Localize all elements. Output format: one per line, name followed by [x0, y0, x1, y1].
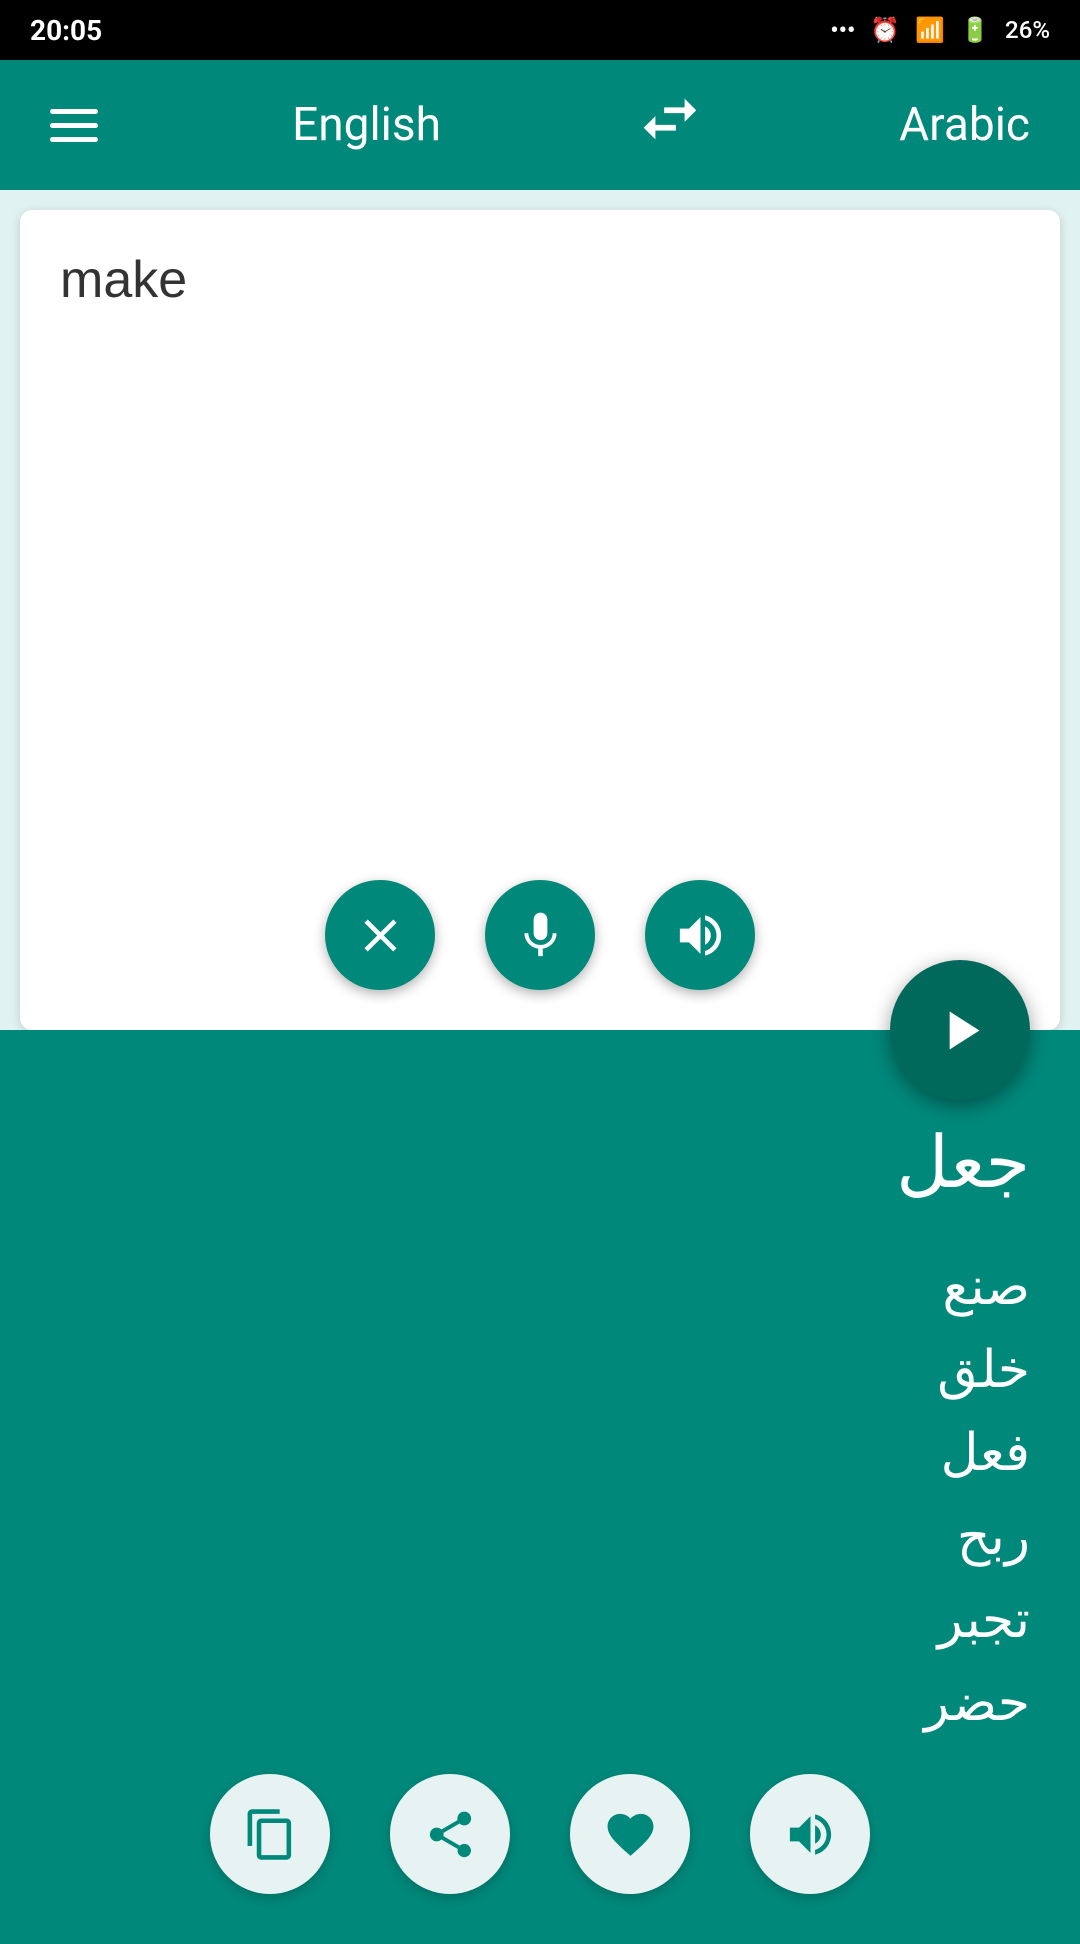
battery-icon: 🔋 — [960, 16, 990, 44]
dots-icon: ••• — [830, 16, 855, 44]
clear-button[interactable] — [325, 880, 435, 990]
status-bar: 20:05 ••• ⏰ 📶 🔋 26% — [0, 0, 1080, 60]
target-language-selector[interactable]: Arabic — [899, 98, 1030, 152]
source-language-selector[interactable]: English — [292, 98, 441, 152]
source-panel: make — [20, 210, 1060, 1030]
sim-icon: 📶 — [915, 16, 945, 44]
main-content: make — [0, 190, 1080, 1920]
target-action-bar — [50, 1744, 1030, 1944]
favorite-button[interactable] — [570, 1774, 690, 1894]
swap-languages-button[interactable] — [635, 84, 705, 167]
speak-source-button[interactable] — [645, 880, 755, 990]
share-button[interactable] — [390, 1774, 510, 1894]
translation-result: جعل صنعخلقفعلربحتجبرحضر — [50, 1060, 1030, 1744]
microphone-button[interactable] — [485, 880, 595, 990]
battery-percent: 26% — [1005, 16, 1050, 44]
status-icons: ••• ⏰ 📶 🔋 26% — [830, 16, 1050, 44]
target-panel: جعل صنعخلقفعلربحتجبرحضر — [0, 1030, 1080, 1944]
menu-button[interactable] — [50, 109, 98, 142]
alarm-icon: ⏰ — [870, 16, 900, 44]
translate-button[interactable] — [890, 960, 1030, 1100]
source-input[interactable]: make — [20, 210, 1060, 850]
time-display: 20:05 — [30, 14, 102, 47]
main-translation: جعل — [50, 1120, 1030, 1205]
copy-button[interactable] — [210, 1774, 330, 1894]
toolbar: English Arabic — [0, 60, 1080, 190]
alternative-translations: صنعخلقفعلربحتجبرحضر — [50, 1245, 1030, 1744]
speak-target-button[interactable] — [750, 1774, 870, 1894]
